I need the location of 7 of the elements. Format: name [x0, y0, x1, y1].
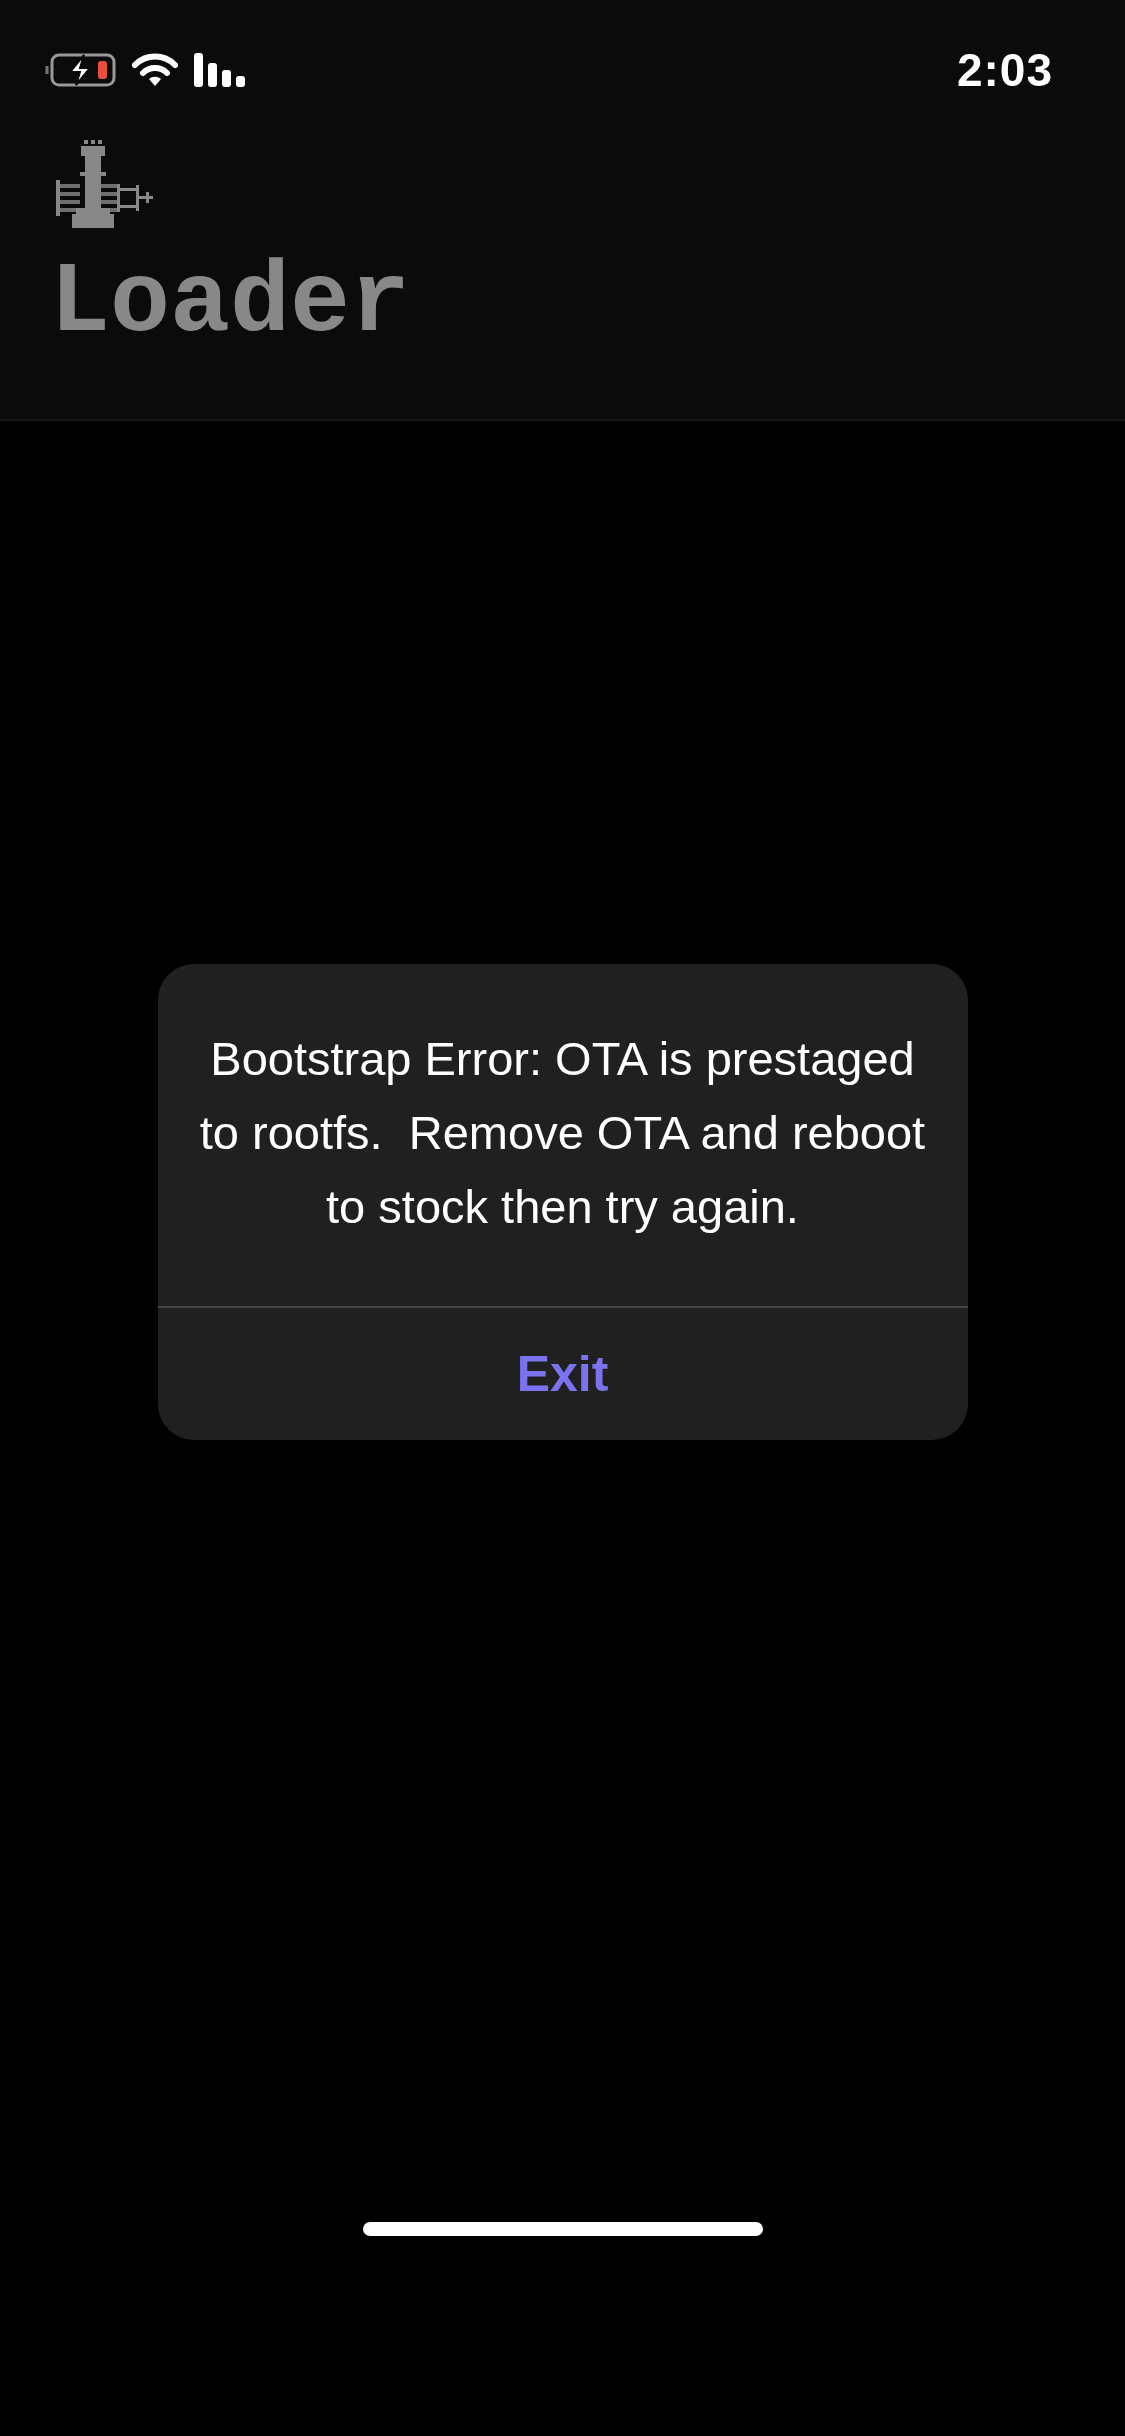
battery-icon	[44, 52, 116, 88]
app-title: Loader	[50, 254, 411, 354]
wifi-icon	[132, 53, 178, 87]
status-time: 2:03	[956, 42, 1053, 98]
alert-message: Bootstrap Error: OTA is prestaged to rootfs. Remove OTA and reboot to stock then try again.	[198, 1031, 927, 1235]
signal-icon	[194, 53, 246, 87]
exit-button[interactable]: Exit	[157, 1308, 968, 1440]
